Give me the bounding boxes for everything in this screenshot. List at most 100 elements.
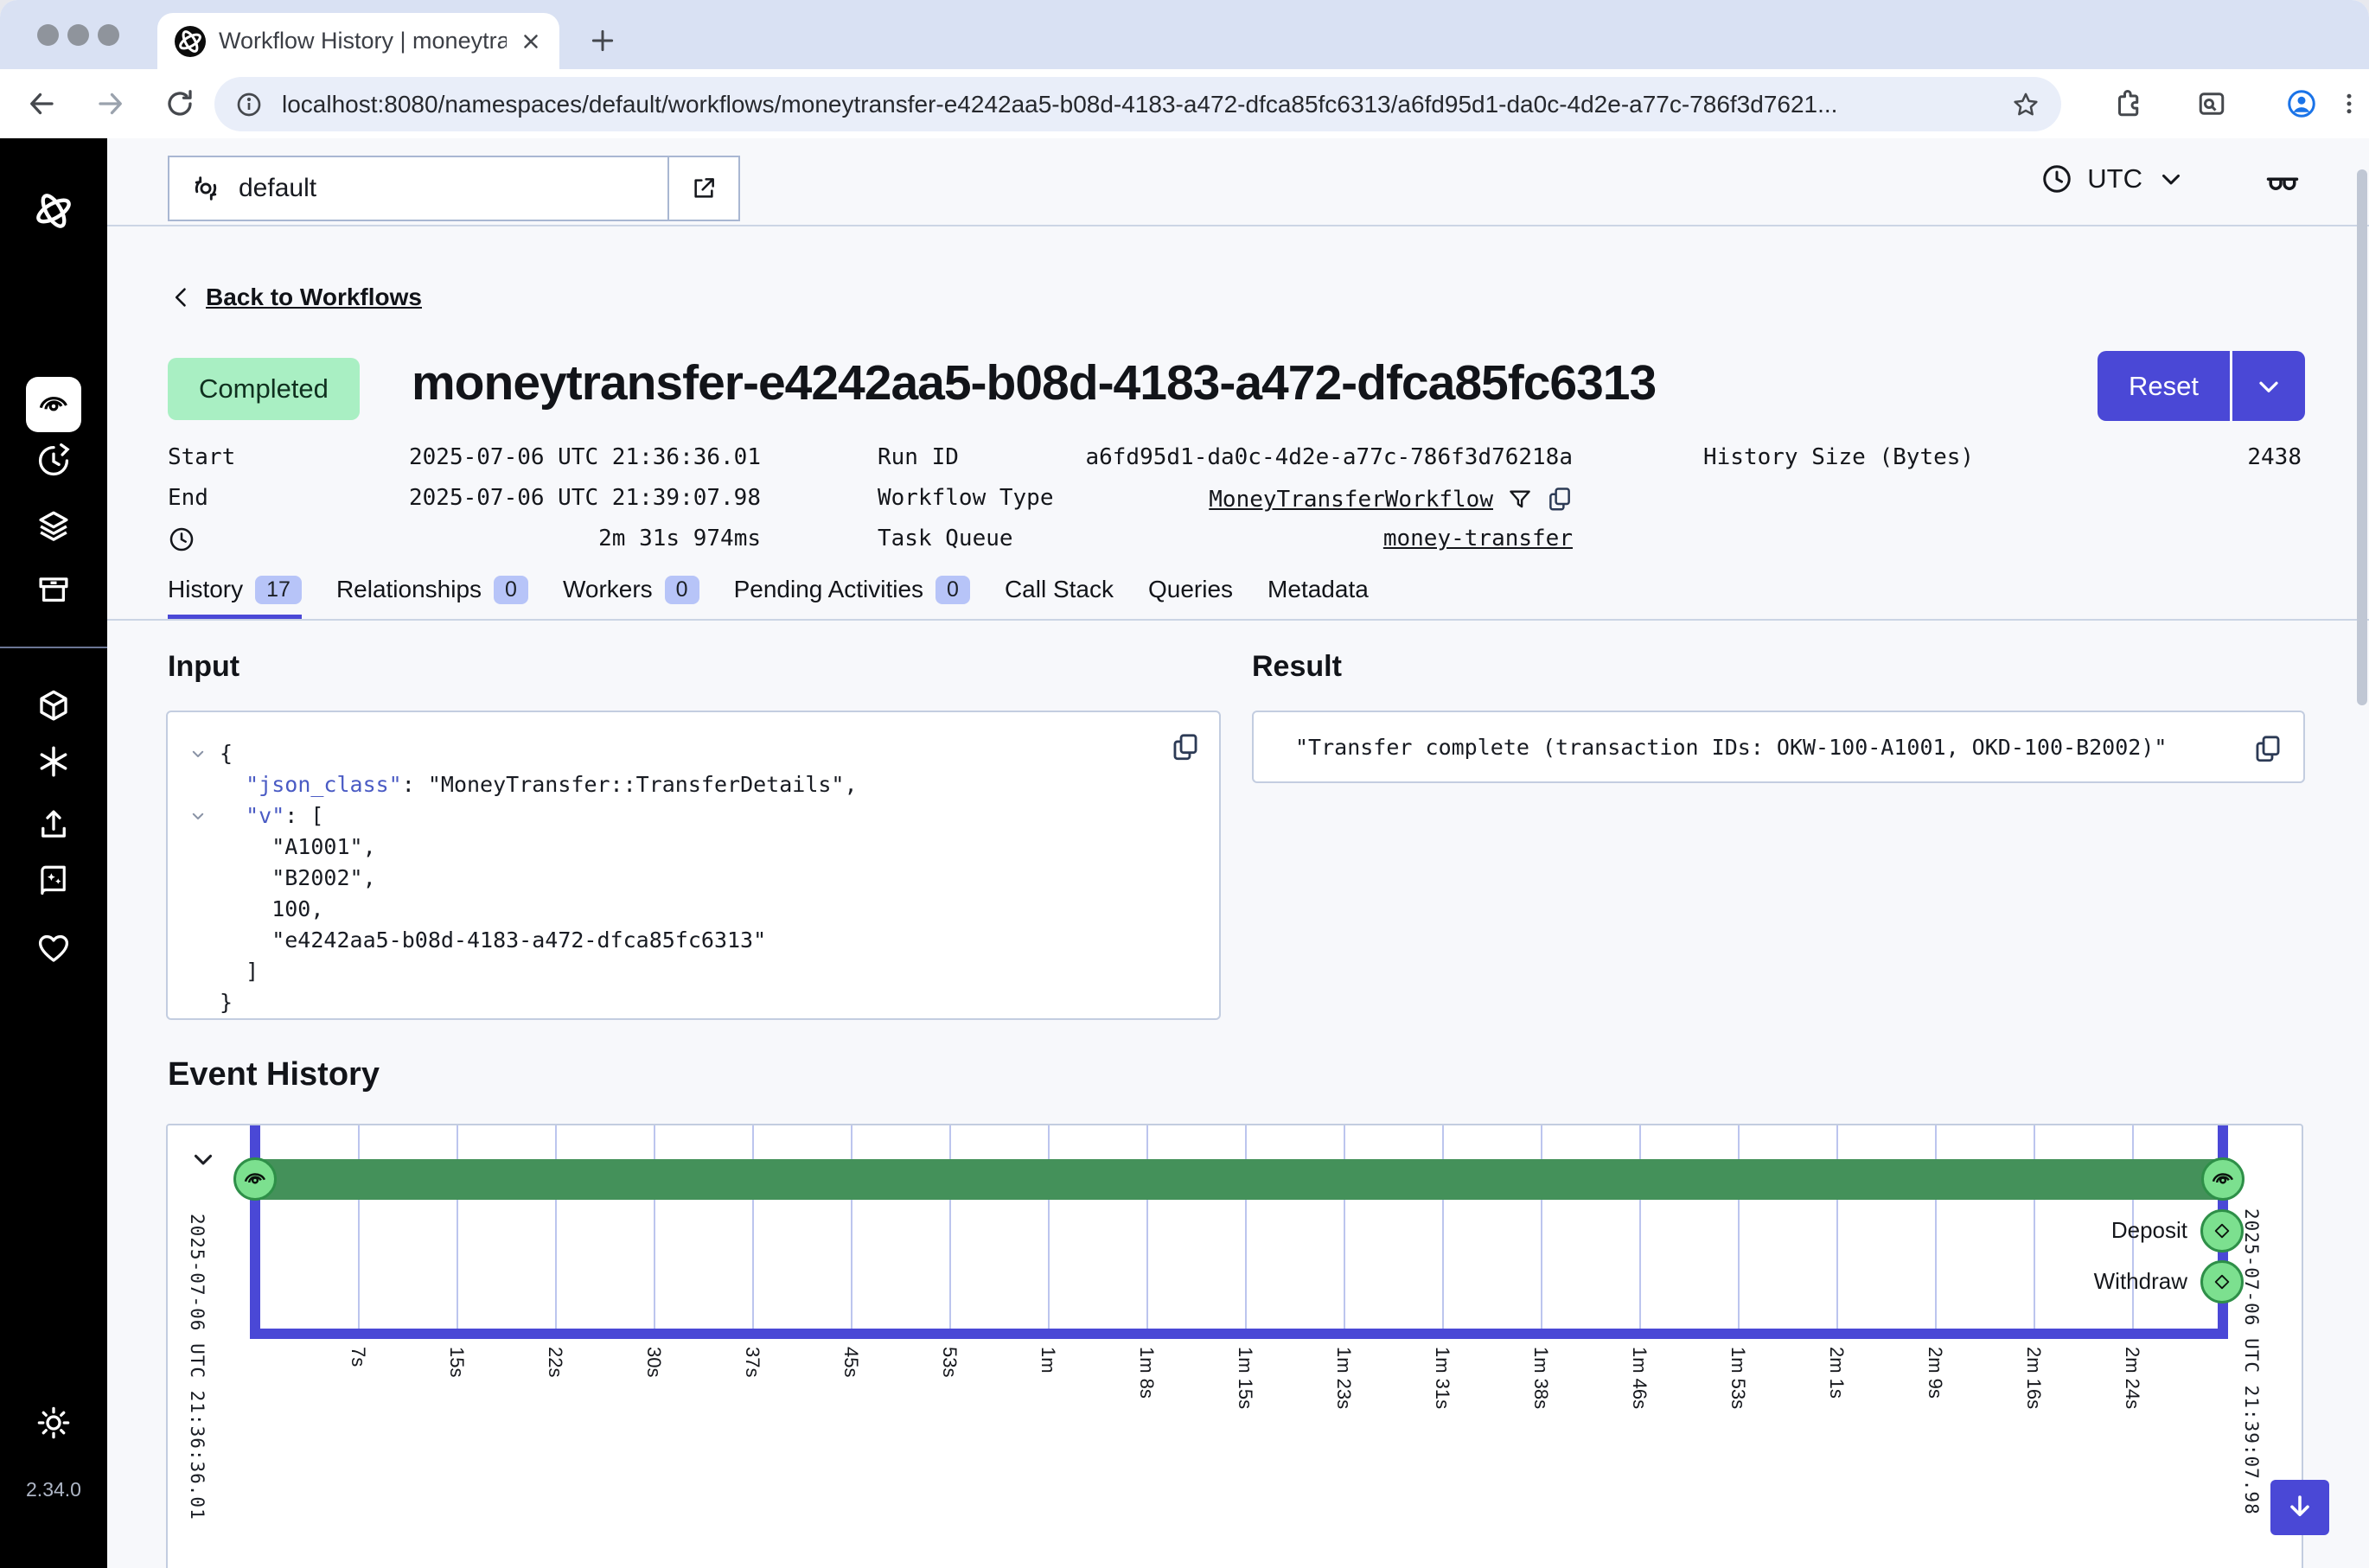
result-value: "Transfer complete (transaction IDs: OKW…: [1295, 712, 2167, 781]
url-bar[interactable]: localhost:8080/namespaces/default/workfl…: [214, 77, 2061, 131]
tab-relationships[interactable]: Relationships0: [336, 570, 528, 619]
workflow-end-marker[interactable]: [2201, 1157, 2244, 1201]
tab-workers[interactable]: Workers0: [563, 570, 699, 619]
copy-icon[interactable]: [1547, 485, 1573, 514]
theme-toggle[interactable]: [0, 1405, 107, 1441]
deposit-row-label: Deposit: [1928, 1217, 2187, 1244]
timeline-tick-label: 1m 38s: [1529, 1347, 1552, 1409]
json-code-line: {: [190, 738, 858, 769]
bookmark-star-icon[interactable]: [2011, 90, 2040, 119]
tab-pending-activities[interactable]: Pending Activities0: [734, 570, 970, 619]
timeline-gridline: [457, 1125, 458, 1335]
timeline-gridline: [555, 1125, 557, 1335]
tab-search-icon[interactable]: [2196, 88, 2227, 119]
window-minimize-button[interactable]: [67, 24, 89, 46]
collapse-chevron-icon[interactable]: [190, 738, 220, 769]
timeline-tick-label: 45s: [840, 1347, 862, 1377]
sidebar-item-batch-operations[interactable]: [0, 508, 107, 545]
plus-icon: [589, 27, 616, 54]
clock-icon: [2040, 163, 2073, 195]
sidebar-item-archive[interactable]: [0, 572, 107, 609]
workflow-spiral-icon: [36, 387, 71, 422]
json-code-line: }: [190, 987, 858, 1018]
schedules-clock-icon: [35, 443, 72, 479]
input-heading: Input: [168, 650, 239, 684]
main-panel: default UTC: [107, 138, 2369, 1568]
new-tab-button[interactable]: [581, 19, 624, 62]
diamond-icon: [2213, 1221, 2232, 1240]
window-close-button[interactable]: [37, 24, 59, 46]
timezone-picker[interactable]: UTC: [2040, 163, 2186, 195]
task-queue-link[interactable]: money-transfer: [1383, 526, 1573, 551]
timeline-gridline: [752, 1125, 754, 1335]
timeline-tick-label: 2m 16s: [2022, 1347, 2045, 1409]
chevron-down-icon: [188, 1144, 218, 1174]
end-value: 2025-07-06 UTC 21:39:07.98: [380, 485, 761, 511]
gutter: [190, 956, 220, 987]
sidebar-item-namespaces[interactable]: [0, 688, 107, 724]
end-label: End: [168, 485, 208, 511]
reload-icon[interactable]: [164, 88, 195, 119]
namespace-selector[interactable]: default: [168, 156, 669, 221]
sidebar-item-workflows[interactable]: [26, 377, 81, 432]
tab-label: Queries: [1148, 576, 1233, 603]
back-icon[interactable]: [26, 88, 57, 119]
workflow-start-marker[interactable]: [233, 1157, 277, 1201]
workflow-execution-span[interactable]: [255, 1159, 2223, 1200]
temporal-app: 2.34.0 default: [0, 138, 2369, 1568]
glasses-icon: [2264, 163, 2302, 201]
back-link-label: Back to Workflows: [206, 284, 422, 311]
copy-icon[interactable]: [2253, 733, 2283, 766]
json-code-line: 100,: [190, 894, 858, 925]
timeline-gridline: [358, 1125, 360, 1335]
tab-close-icon[interactable]: [520, 30, 542, 53]
reset-button[interactable]: Reset: [2098, 351, 2230, 421]
tab-metadata[interactable]: Metadata: [1268, 570, 1369, 619]
browser-tab[interactable]: Workflow History | moneytran: [157, 13, 559, 69]
sidebar-item-import-export[interactable]: [0, 806, 107, 843]
withdraw-activity-marker[interactable]: [2200, 1260, 2244, 1303]
timeline-tick-label: 1m 53s: [1727, 1347, 1749, 1409]
sidebar-item-feedback[interactable]: [0, 930, 107, 966]
window-zoom-button[interactable]: [98, 24, 119, 46]
sidebar-item-schedules[interactable]: [0, 443, 107, 479]
back-to-workflows-link[interactable]: Back to Workflows: [169, 284, 422, 311]
extensions-icon[interactable]: [2113, 88, 2144, 119]
sidebar-item-nexus[interactable]: [0, 743, 107, 780]
timeline-tick-label: 22s: [544, 1347, 566, 1377]
collapse-chevron-icon[interactable]: [190, 800, 220, 832]
sidebar-item-docs[interactable]: [0, 863, 107, 899]
tab-call-stack[interactable]: Call Stack: [1005, 570, 1114, 619]
tab-label: History: [168, 576, 243, 603]
timeline-expand-button[interactable]: [183, 1139, 223, 1179]
duration-value: 2m 31s 974ms: [380, 526, 761, 551]
menu-dots-icon[interactable]: [2336, 88, 2362, 119]
timeline-end-timestamp: 2025-07-06 UTC 21:39:07.98: [2241, 1208, 2262, 1515]
sun-icon: [35, 1405, 72, 1441]
page-scrollbar[interactable]: [2357, 169, 2367, 705]
deposit-activity-marker[interactable]: [2200, 1209, 2244, 1252]
timeline-tick-label: 1m 31s: [1431, 1347, 1453, 1409]
tab-queries[interactable]: Queries: [1148, 570, 1233, 619]
download-history-button[interactable]: [2270, 1480, 2329, 1535]
copy-icon[interactable]: [1171, 731, 1200, 764]
temporal-logo[interactable]: [0, 189, 107, 233]
workflow-type-link[interactable]: MoneyTransferWorkflow: [1209, 487, 1493, 513]
labs-mode-toggle[interactable]: [2264, 163, 2302, 205]
forward-icon[interactable]: [95, 88, 126, 119]
timeline-gridline: [1048, 1125, 1050, 1335]
tab-count-badge: 0: [935, 576, 970, 604]
namespace-open-button[interactable]: [669, 156, 740, 221]
filter-funnel-icon[interactable]: [1507, 487, 1533, 513]
input-payload-box: { "json_class": "MoneyTransfer::Transfer…: [166, 711, 1221, 1020]
timeline-tick-label: 53s: [938, 1347, 961, 1377]
tab-history[interactable]: History17: [168, 570, 302, 619]
profile-avatar-icon[interactable]: [2286, 88, 2317, 119]
start-value: 2025-07-06 UTC 21:36:36.01: [380, 444, 761, 470]
page-title: moneytransfer-e4242aa5-b08d-4183-a472-df…: [412, 354, 1656, 411]
layers-icon: [35, 508, 72, 545]
reset-menu-button[interactable]: [2232, 351, 2305, 421]
site-info-icon[interactable]: [235, 91, 263, 118]
timeline-time-axis: [250, 1329, 2228, 1339]
workflow-spiral-icon: [242, 1166, 268, 1192]
